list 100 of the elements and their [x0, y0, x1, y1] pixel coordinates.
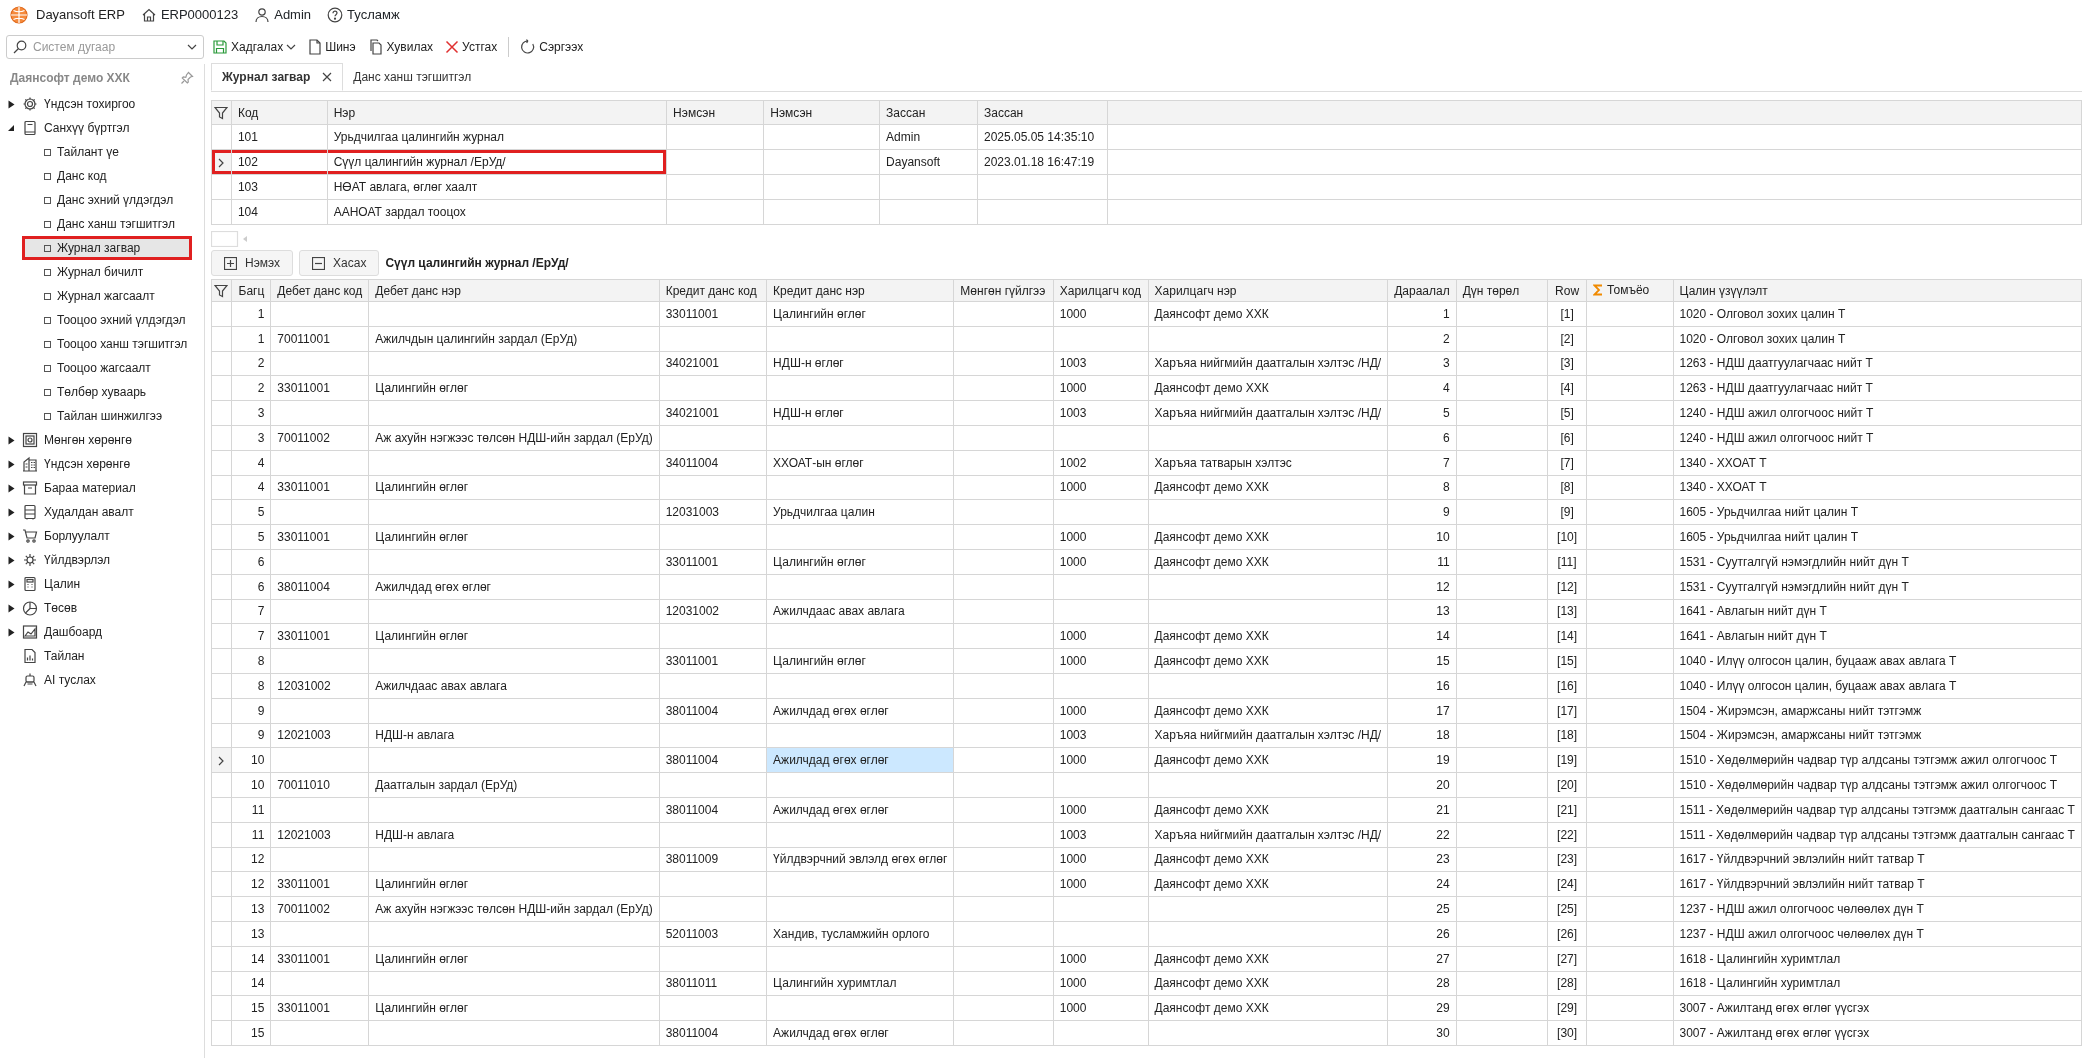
sidebar-item[interactable]: Тооцоо эхний үлдэгдэл: [0, 308, 204, 332]
square-bullet-icon: [44, 292, 51, 300]
sidebar-item[interactable]: Мөнгөн хөрөнгө: [0, 428, 204, 452]
sidebar-item[interactable]: Худалдан авалт: [0, 500, 204, 524]
expand-triangle-icon[interactable]: [7, 435, 15, 445]
expand-triangle-icon[interactable]: [7, 507, 15, 517]
delete-button[interactable]: Устгах: [441, 36, 502, 58]
user-icon: [254, 7, 271, 23]
refresh-button[interactable]: Сэргээх: [516, 36, 588, 58]
sidebar-item[interactable]: Үйлдвэрлэл: [0, 548, 204, 572]
column-header[interactable]: Нэмсэн: [763, 100, 880, 125]
table-cell: Даянсофт демо ХХК: [1148, 648, 1388, 674]
column-header[interactable]: Зассан: [977, 100, 1107, 125]
column-header[interactable]: Кредит данс код: [659, 279, 767, 302]
expand-triangle-icon[interactable]: [7, 579, 15, 589]
add-row-button[interactable]: Нэмэх: [211, 250, 294, 276]
sidebar-item[interactable]: Төсөв: [0, 596, 204, 620]
column-header[interactable]: Дүн төрөл: [1456, 279, 1548, 302]
column-header[interactable]: Дебет данс код: [270, 279, 369, 302]
copy-button[interactable]: Хувилах: [363, 36, 438, 58]
table-cell: Ажилчдын цалингийн зардал (ЕрУд): [368, 326, 660, 352]
sidebar-item[interactable]: Санхүү бүртгэл: [0, 116, 204, 140]
caret-icon[interactable]: [187, 44, 197, 50]
sidebar-item[interactable]: Журнал жагсаалт: [0, 284, 204, 308]
table-cell: [24]: [1547, 871, 1587, 897]
table-cell: [21]: [1547, 797, 1587, 823]
new-button[interactable]: Шинэ: [304, 36, 360, 58]
expand-triangle-icon[interactable]: [7, 483, 15, 493]
table-cell: Даянсофт демо ХХК: [1148, 747, 1388, 773]
table-cell: 1: [231, 301, 271, 327]
table-cell: 70011010: [270, 772, 369, 798]
table-cell: 8: [1387, 475, 1457, 500]
sidebar-item[interactable]: Тайлан шинжилгээ: [0, 404, 204, 428]
expand-triangle-icon[interactable]: [7, 603, 15, 613]
table-cell: Admin: [879, 124, 978, 150]
header-link[interactable]: Тусламж: [327, 5, 400, 25]
sidebar-item[interactable]: Данс ханш тэгшитгэл: [0, 212, 204, 236]
column-header[interactable]: Кредит данс нэр: [766, 279, 954, 302]
sidebar-item[interactable]: Үндсэн хөрөнгө: [0, 452, 204, 476]
expand-triangle-icon[interactable]: [7, 459, 15, 469]
column-header[interactable]: Багц: [231, 279, 271, 302]
sidebar-item[interactable]: Тайлант үе: [0, 140, 204, 164]
column-header[interactable]: Дебет данс нэр: [368, 279, 660, 302]
sidebar-item[interactable]: Журнал загвар: [22, 236, 192, 260]
collapse-triangle-icon[interactable]: [7, 124, 15, 132]
header-link[interactable]: Admin: [254, 5, 312, 25]
refresh-icon: [520, 39, 537, 55]
table-cell: 33011001: [270, 475, 369, 500]
table-cell: 1040 - Илүү олгосон цалин, буцааж авах авлага Т: [1673, 673, 2082, 699]
table-cell: 3: [231, 425, 271, 451]
table-cell: 15: [231, 995, 271, 1021]
expand-triangle-icon[interactable]: [7, 627, 15, 637]
table-cell: 12: [231, 871, 271, 897]
column-header[interactable]: Зассан: [879, 100, 978, 125]
sidebar-item[interactable]: Тайлан: [0, 644, 204, 668]
sidebar-item[interactable]: Борлуулалт: [0, 524, 204, 548]
pie-chart-icon: [22, 600, 38, 616]
expand-triangle-icon[interactable]: [7, 555, 15, 565]
table-cell: 1617 - Үйлдвэрчний эвлэлийн нийт татвар Т: [1673, 847, 2082, 872]
table-cell: 14: [231, 946, 271, 971]
table-cell: 1510 - Хөдөлмөрийн чадвар түр алдсаны тэтгэмж ажил олгогчоос Т: [1673, 772, 2082, 798]
sidebar-item[interactable]: Тооцоо жагсаалт: [0, 356, 204, 380]
sidebar-item[interactable]: Цалин: [0, 572, 204, 596]
sidebar-item[interactable]: Данс код: [0, 164, 204, 188]
expand-triangle-icon[interactable]: [7, 99, 15, 109]
sidebar-item[interactable]: Бараа материал: [0, 476, 204, 500]
sidebar-item[interactable]: Тооцоо ханш тэгшитгэл: [0, 332, 204, 356]
square-bullet-icon: [44, 244, 51, 252]
tab[interactable]: Журнал загвар: [211, 63, 344, 91]
search-field[interactable]: Систем дугаар: [6, 35, 204, 59]
table-cell: 1003: [1053, 723, 1149, 748]
expand-triangle-icon[interactable]: [7, 531, 15, 541]
table-cell: 6: [1387, 425, 1457, 451]
sidebar-item[interactable]: Журнал бичилт: [0, 260, 204, 284]
column-header[interactable]: Код: [231, 100, 328, 125]
table-cell: [9]: [1547, 499, 1587, 525]
table-cell: 12021003: [270, 723, 369, 748]
table-cell: 1263 - НДШ даатгуулагчаас нийт Т: [1673, 375, 2082, 401]
table-cell: 6: [231, 574, 271, 600]
column-header[interactable]: Цалин үзүүлэлт: [1673, 279, 2082, 302]
remove-row-button[interactable]: Хасах: [299, 250, 380, 276]
save-button[interactable]: Хадгалах: [208, 36, 301, 58]
table-cell: НДШ-н өглөг: [766, 400, 954, 426]
header-link[interactable]: ERP0000123: [140, 5, 239, 25]
column-header[interactable]: Дараалал: [1387, 279, 1457, 302]
tab[interactable]: Данс ханш тэгшитгэл: [343, 63, 482, 91]
table-cell: 1003: [1053, 400, 1149, 426]
column-header[interactable]: Харилцагч код: [1053, 279, 1149, 302]
column-header[interactable]: Харилцагч нэр: [1148, 279, 1388, 302]
sidebar-item[interactable]: Дашбоард: [0, 620, 204, 644]
table-cell: [1]: [1547, 301, 1587, 327]
sidebar-item[interactable]: Данс эхний үлдэгдэл: [0, 188, 204, 212]
sidebar-item[interactable]: Төлбөр хуваарь: [0, 380, 204, 404]
square-bullet-icon: [44, 148, 51, 156]
sidebar-item[interactable]: Үндсэн тохиргоо: [0, 92, 204, 116]
sidebar-item[interactable]: AI туслах: [0, 668, 204, 692]
column-header[interactable]: Row: [1547, 279, 1587, 302]
column-header[interactable]: Мөнгөн гүйлгээ: [953, 279, 1054, 302]
column-header[interactable]: Нэмсэн: [666, 100, 764, 125]
column-header[interactable]: Нэр: [327, 100, 667, 125]
